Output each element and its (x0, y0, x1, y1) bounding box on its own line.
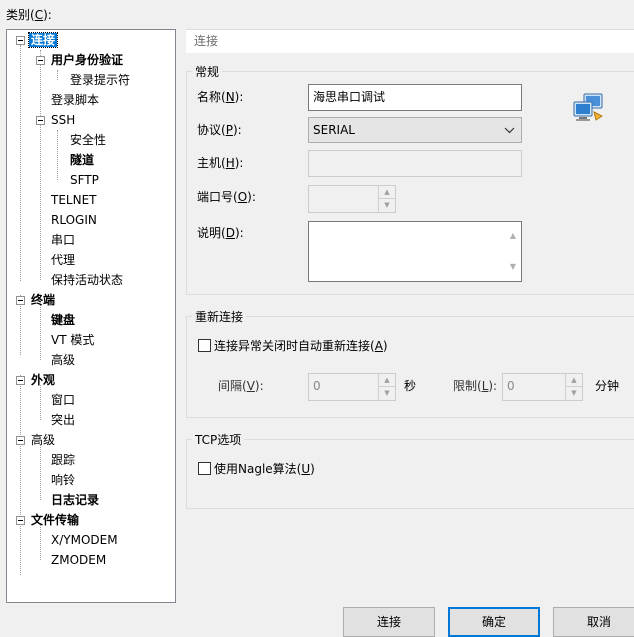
nagle-checkbox[interactable] (198, 462, 211, 475)
chevron-down-icon (504, 118, 515, 152)
tree-item-auth[interactable]: 用户身份验证 (49, 51, 125, 69)
tree-item-vt-mode[interactable]: VT 模式 (49, 331, 96, 349)
limit-label: 限制(L): (453, 379, 498, 393)
panel-header: 连接 (186, 29, 634, 53)
reconnect-group (186, 316, 634, 418)
name-field[interactable]: 海思串口调试 (308, 84, 522, 111)
tree-item-advanced[interactable]: 高级 (29, 431, 57, 449)
category-tree[interactable]: 连接 用户身份验证 登录提示符 登录脚本 SSH 安全性 隧道 SFTP TEL… (6, 29, 176, 603)
tree-item-tunnel[interactable]: 隧道 (68, 151, 96, 169)
network-computers-icon (572, 92, 606, 124)
limit-value: 0 (507, 379, 515, 393)
tree-item-login-script[interactable]: 登录脚本 (49, 91, 101, 109)
tree-item-login-prompt[interactable]: 登录提示符 (68, 71, 132, 89)
tree-item-window[interactable]: 窗口 (49, 391, 77, 409)
protocol-value: SERIAL (313, 123, 355, 137)
interval-field[interactable]: 0 ▲ ▼ (308, 373, 396, 401)
spin-up-icon[interactable]: ▲ (379, 374, 395, 387)
spin-up-icon[interactable]: ▲ (566, 374, 582, 387)
tree-item-terminal-advanced[interactable]: 高级 (49, 351, 77, 369)
description-label: 说明(D): (197, 226, 244, 240)
expander-appearance[interactable] (16, 376, 25, 385)
tree-item-highlight[interactable]: 突出 (49, 411, 77, 429)
port-field[interactable]: ▲ ▼ (308, 185, 396, 213)
limit-field[interactable]: 0 ▲ ▼ (502, 373, 583, 401)
category-label: 类别(C): (6, 8, 52, 22)
tree-item-terminal[interactable]: 终端 (29, 291, 57, 309)
nagle-label[interactable]: 使用Nagle算法(U) (214, 460, 315, 477)
scroll-up-icon[interactable]: ▲ (505, 224, 521, 248)
name-label: 名称(N): (197, 90, 244, 104)
tree-item-trace[interactable]: 跟踪 (49, 451, 77, 469)
tree-item-ssh[interactable]: SSH (49, 111, 77, 129)
host-label: 主机(H): (197, 156, 244, 170)
port-label: 端口号(O): (197, 190, 256, 204)
spin-down-icon[interactable]: ▼ (379, 387, 395, 400)
expander-terminal[interactable] (16, 296, 25, 305)
scroll-down-icon[interactable]: ▼ (505, 255, 521, 279)
tree-item-xymodem[interactable]: X/YMODEM (49, 531, 120, 549)
tree-item-connection[interactable]: 连接 (27, 31, 59, 49)
description-field[interactable]: ▲ ▼ (308, 221, 522, 282)
tree-item-keepalive[interactable]: 保持活动状态 (49, 271, 125, 289)
expander-file-transfer[interactable] (16, 516, 25, 525)
interval-value: 0 (313, 379, 321, 393)
tcp-group-title: TCP选项 (192, 431, 245, 448)
tree-item-serial[interactable]: 串口 (49, 231, 77, 249)
spin-down-icon[interactable]: ▼ (379, 199, 395, 212)
tree-item-security[interactable]: 安全性 (68, 131, 108, 149)
tree-item-rlogin[interactable]: RLOGIN (49, 211, 99, 229)
expander-ssh[interactable] (36, 116, 45, 125)
limit-spinner[interactable]: ▲ ▼ (565, 374, 582, 400)
description-scrollbar[interactable]: ▲ ▼ (505, 222, 521, 281)
tree-item-telnet[interactable]: TELNET (49, 191, 99, 209)
spin-up-icon[interactable]: ▲ (379, 186, 395, 199)
tree-item-bell[interactable]: 响铃 (49, 471, 77, 489)
tree-item-keyboard[interactable]: 键盘 (49, 311, 77, 329)
protocol-select[interactable]: SERIAL (308, 117, 522, 143)
interval-unit: 秒 (404, 379, 417, 393)
expander-connection[interactable] (16, 36, 25, 45)
expander-advanced[interactable] (16, 436, 25, 445)
tree-item-proxy[interactable]: 代理 (49, 251, 77, 269)
host-field[interactable] (308, 150, 522, 177)
limit-unit: 分钟 (595, 379, 620, 393)
interval-label: 间隔(V): (218, 379, 264, 393)
expander-auth[interactable] (36, 56, 45, 65)
spin-down-icon[interactable]: ▼ (566, 387, 582, 400)
protocol-label: 协议(P): (197, 123, 242, 137)
tree-item-zmodem[interactable]: ZMODEM (49, 551, 108, 569)
general-group-title: 常规 (192, 63, 223, 80)
interval-spinner[interactable]: ▲ ▼ (378, 374, 395, 400)
tree-item-file-transfer[interactable]: 文件传输 (29, 511, 81, 529)
tree-item-logging[interactable]: 日志记录 (49, 491, 101, 509)
tree-item-sftp[interactable]: SFTP (68, 171, 101, 189)
auto-reconnect-label[interactable]: 连接异常关闭时自动重新连接(A) (214, 337, 388, 354)
auto-reconnect-checkbox[interactable] (198, 339, 211, 352)
port-spinner[interactable]: ▲ ▼ (378, 186, 395, 212)
tree-item-appearance[interactable]: 外观 (29, 371, 57, 389)
reconnect-group-title: 重新连接 (192, 308, 247, 325)
